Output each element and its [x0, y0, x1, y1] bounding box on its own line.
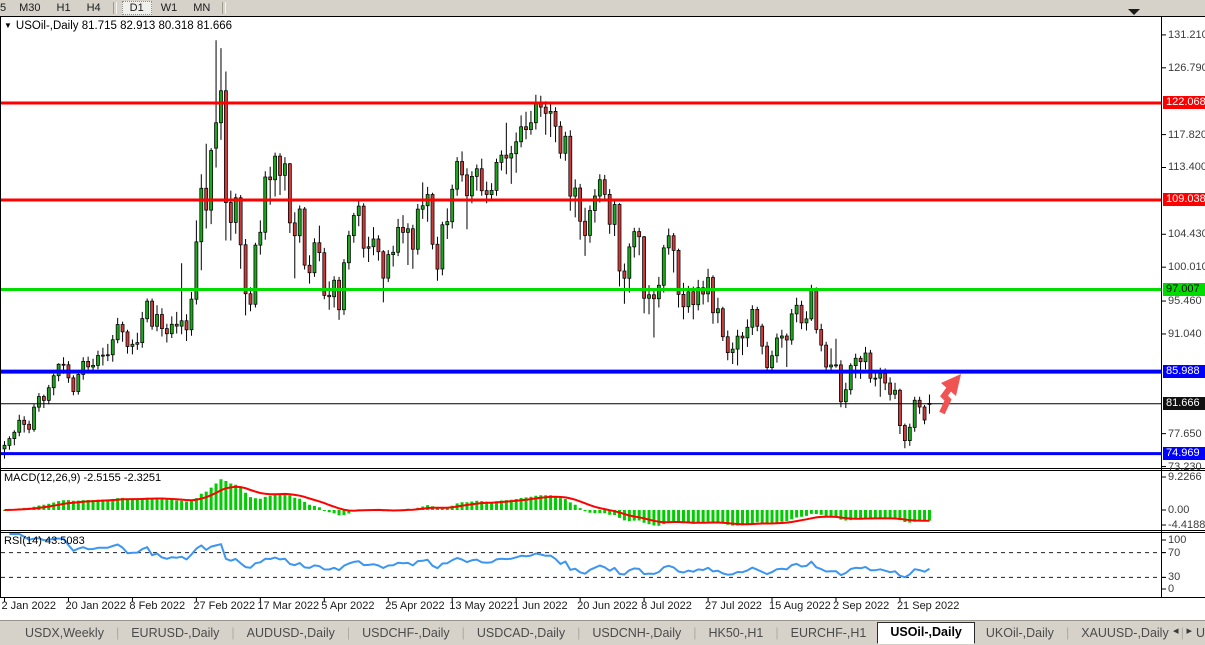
date-axis-label: 27 Jul 2022: [705, 600, 762, 612]
chart-legend: ▼ USOil-,Daily 81.715 82.913 80.318 81.66…: [4, 20, 232, 32]
tab-symbol-usdchfdaily[interactable]: USDCHF-,Daily: [351, 623, 461, 643]
rsi-axis-label: 100: [1168, 534, 1186, 546]
tab-symbol-xauusddaily[interactable]: XAUUSD-,Daily: [1070, 623, 1180, 643]
tab-symbol-hk50h1[interactable]: HK50-,H1: [697, 623, 774, 643]
price-level-tag: 74.969: [1163, 447, 1205, 460]
chart-shift-marker-icon: [1128, 9, 1140, 15]
tab-symbol-usdxweekly[interactable]: USDX,Weekly: [14, 623, 115, 643]
tab-separator: |: [1066, 626, 1069, 640]
date-axis-label: 20 Jan 2022: [65, 600, 126, 612]
scroll-left-icon[interactable]: ◂: [1173, 625, 1187, 637]
tab-scroll-arrows: ◂▸: [1173, 624, 1200, 637]
symbol-dropdown-icon[interactable]: ▼: [4, 21, 12, 30]
price-level-tag: 109.038: [1163, 193, 1205, 206]
price-axis-label: 126.790: [1168, 62, 1205, 74]
price-axis-label: 131.210: [1168, 29, 1205, 41]
tab-separator: |: [231, 626, 234, 640]
price-axis-label: 104.430: [1168, 228, 1205, 240]
price-level-tag: 122.068: [1163, 96, 1205, 109]
date-axis-label: 1 Jun 2022: [513, 600, 567, 612]
macd-axis-label: 9.2266: [1168, 471, 1202, 483]
date-axis-label: 8 Jul 2022: [641, 600, 692, 612]
tab-symbol-eurchfh1[interactable]: EURCHF-,H1: [780, 623, 878, 643]
date-axis-label: 2 Jan 2022: [2, 600, 56, 612]
scroll-right-icon[interactable]: ▸: [1186, 625, 1200, 637]
rsi-axis-label: 70: [1168, 547, 1180, 559]
date-axis-label: 21 Sep 2022: [897, 600, 959, 612]
macd-axis-label: -4.4188: [1168, 519, 1205, 531]
tab-symbol-usdcnhdaily[interactable]: USDCNH-,Daily: [581, 623, 692, 643]
price-level-tag: 81.666: [1163, 397, 1205, 410]
mt4-window: 5M30H1H4D1W1MN ▼USOil-,Daily 81.715 82.9…: [0, 0, 1205, 645]
bull-candles: [3, 91, 916, 449]
tab-separator: |: [347, 626, 350, 640]
chart-canvas[interactable]: [0, 0, 1205, 620]
rsi-line: [9, 534, 929, 577]
date-axis-label: 17 Mar 2022: [257, 600, 319, 612]
date-axis-label: 5 Apr 2022: [321, 600, 374, 612]
price-axis-label: 95.460: [1168, 295, 1202, 307]
tab-symbol-usdcaddaily[interactable]: USDCAD-,Daily: [466, 623, 576, 643]
price-axis-label: 100.010: [1168, 261, 1205, 273]
tab-symbol-audusddaily[interactable]: AUDUSD-,Daily: [236, 623, 346, 643]
date-axis-label: 25 Apr 2022: [385, 600, 444, 612]
tab-separator: |: [116, 626, 119, 640]
price-axis-label: 91.040: [1168, 328, 1202, 340]
rsi-axis-label: 0: [1168, 583, 1174, 595]
date-axis-label: 2 Sep 2022: [833, 600, 889, 612]
date-axis-label: 8 Feb 2022: [129, 600, 185, 612]
rsi-indicator-label: RSI(14) 43.5083: [4, 535, 85, 547]
ohlc-values: 81.715 82.913 80.318 81.666: [82, 20, 232, 32]
price-axis-label: 77.650: [1168, 428, 1202, 440]
price-axis-label: 113.400: [1168, 161, 1205, 173]
price-axis-label: 117.820: [1168, 129, 1205, 141]
date-axis-label: 20 Jun 2022: [577, 600, 638, 612]
tab-symbol-eurusddaily[interactable]: EURUSD-,Daily: [120, 623, 230, 643]
price-level-tag: 85.988: [1163, 365, 1205, 378]
symbol-tab-bar: USDX,Weekly|EURUSD-,Daily|AUDUSD-,Daily|…: [0, 620, 1205, 645]
tab-symbol-ukoildaily[interactable]: UKOil-,Daily: [975, 623, 1065, 643]
macd-histogram: [3, 479, 931, 525]
price-level-tag: 97.007: [1163, 283, 1205, 296]
tab-separator: |: [462, 626, 465, 640]
bear-candles: [23, 91, 931, 441]
tab-separator: |: [775, 626, 778, 640]
date-axis-label: 27 Feb 2022: [193, 600, 255, 612]
symbol-name: USOil-,Daily: [16, 20, 79, 32]
tab-separator: |: [577, 626, 580, 640]
rsi-axis-label: 30: [1168, 571, 1180, 583]
tab-symbol-usoildaily[interactable]: USOil-,Daily: [877, 622, 975, 644]
date-axis-label: 13 May 2022: [449, 600, 513, 612]
tab-separator: |: [693, 626, 696, 640]
date-axis-label: 15 Aug 2022: [769, 600, 831, 612]
macd-indicator-label: MACD(12,26,9) -2.5155 -2.3251: [4, 472, 161, 484]
macd-axis-label: 0.00: [1168, 504, 1189, 516]
